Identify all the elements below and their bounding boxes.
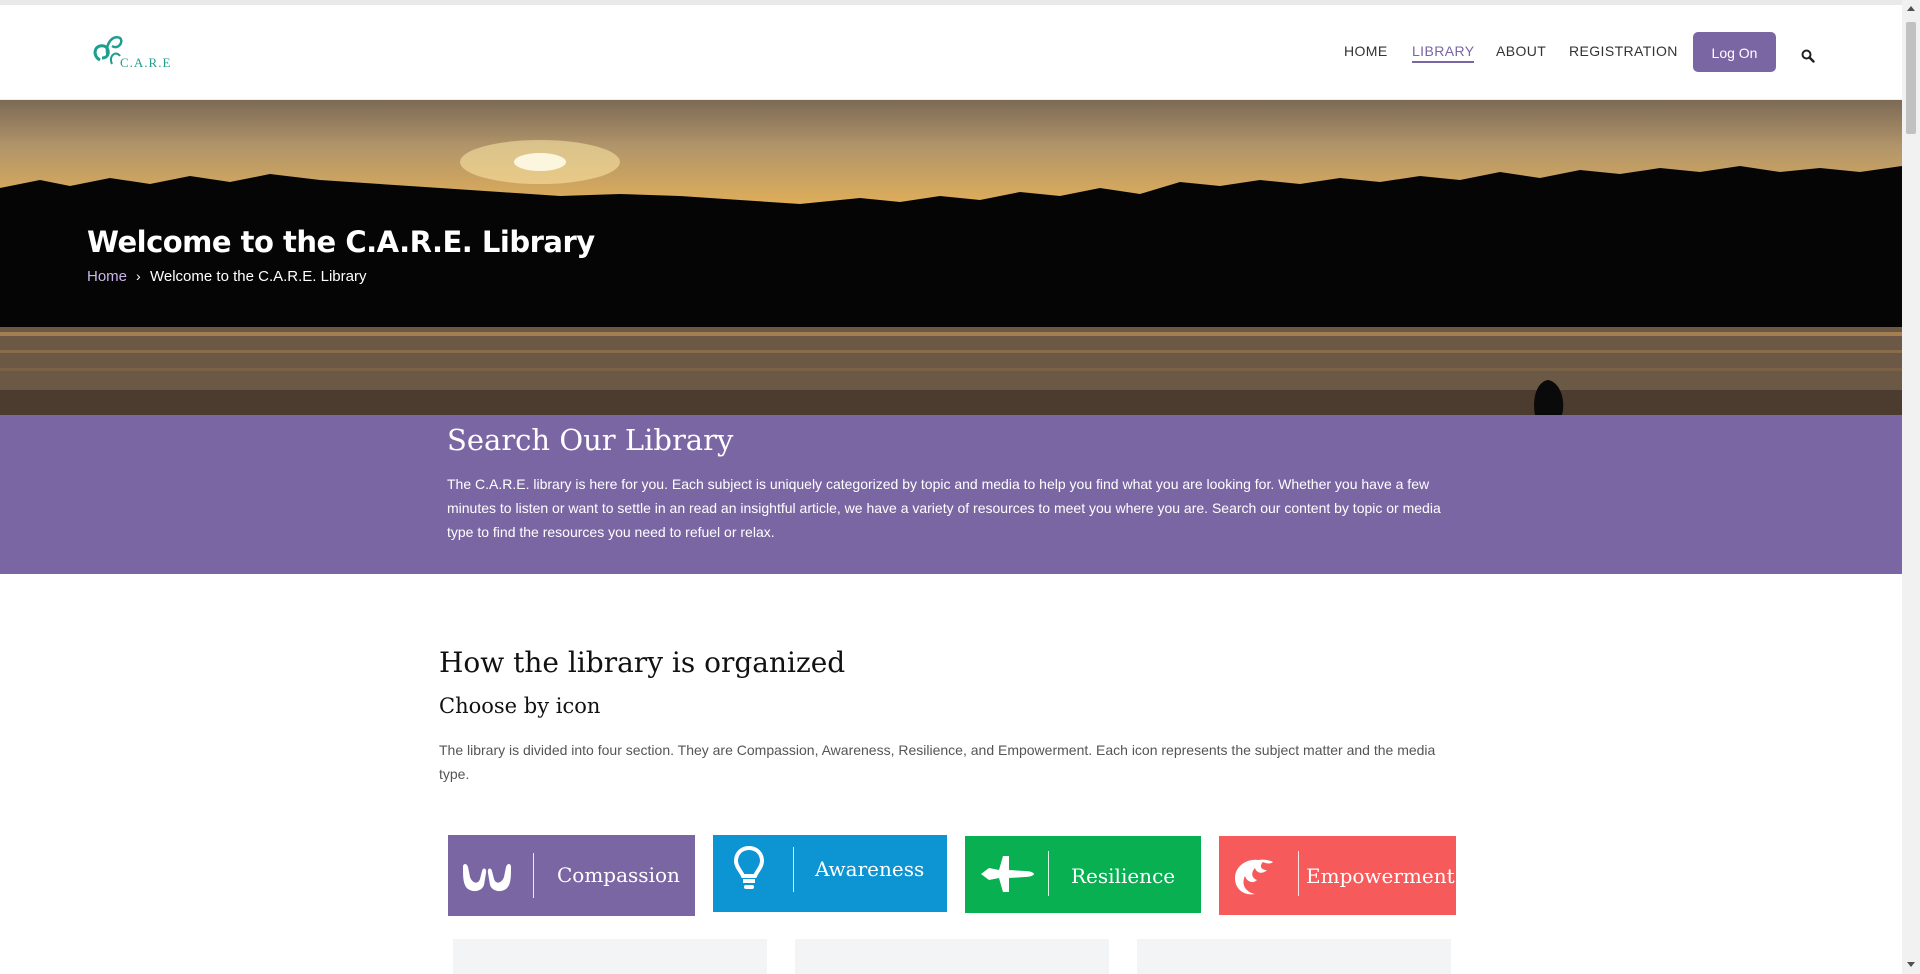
organization-subtitle: Choose by icon <box>439 694 601 718</box>
logo-text: C.A.R.E <box>120 55 172 70</box>
breadcrumb-current: Welcome to the C.A.R.E. Library <box>150 268 367 285</box>
scroll-down-arrow[interactable] <box>1907 962 1915 967</box>
scroll-thumb[interactable] <box>1906 22 1916 134</box>
search-library-section: Search Our Library The C.A.R.E. library … <box>0 415 1902 574</box>
category-empowerment-tile[interactable]: Empowerment <box>1219 836 1456 915</box>
organization-title: How the library is organized <box>439 646 846 679</box>
log-on-button[interactable]: Log On <box>1693 32 1776 72</box>
organization-text: The library is divided into four section… <box>439 742 1436 782</box>
tile-divider <box>1048 851 1049 896</box>
tile-divider <box>793 847 794 892</box>
resource-card[interactable] <box>453 939 767 974</box>
category-resilience-tile[interactable]: Resilience <box>965 836 1201 913</box>
resource-card[interactable] <box>795 939 1109 974</box>
phoenix-icon <box>1235 859 1273 895</box>
breadcrumb-separator: › <box>136 268 141 284</box>
search-section-text: The C.A.R.E. library is here for you. Ea… <box>447 476 1441 540</box>
search-section-title: Search Our Library <box>447 423 734 457</box>
category-label: Resilience <box>1071 864 1176 888</box>
breadcrumb-home[interactable]: Home <box>87 268 127 285</box>
category-label: Compassion <box>557 863 680 887</box>
lightbulb-icon <box>733 845 765 889</box>
nav-home[interactable]: HOME <box>1344 43 1388 59</box>
category-compassion-tile[interactable]: Compassion <box>448 835 695 916</box>
hero-banner: Welcome to the C.A.R.E. Library Home › W… <box>0 100 1902 415</box>
resource-card[interactable] <box>1137 939 1451 974</box>
page-title: Welcome to the C.A.R.E. Library <box>87 225 595 259</box>
tile-divider <box>1298 851 1299 896</box>
category-awareness-tile[interactable]: Awareness <box>713 835 947 912</box>
tile-divider <box>533 853 534 898</box>
nav-about[interactable]: ABOUT <box>1496 43 1546 59</box>
category-label: Awareness <box>815 857 925 881</box>
search-icon[interactable] <box>1801 49 1815 63</box>
vertical-scrollbar[interactable] <box>1902 0 1920 974</box>
nav-registration[interactable]: REGISTRATION <box>1569 43 1678 59</box>
jet-icon <box>981 856 1034 892</box>
site-header: C.A.R.E HOME LIBRARY ABOUT REGISTRATION … <box>0 5 1902 100</box>
category-label: Empowerment <box>1306 864 1455 888</box>
hands-icon <box>463 864 511 892</box>
scroll-up-arrow[interactable] <box>1907 6 1915 11</box>
nav-library[interactable]: LIBRARY <box>1412 43 1475 63</box>
